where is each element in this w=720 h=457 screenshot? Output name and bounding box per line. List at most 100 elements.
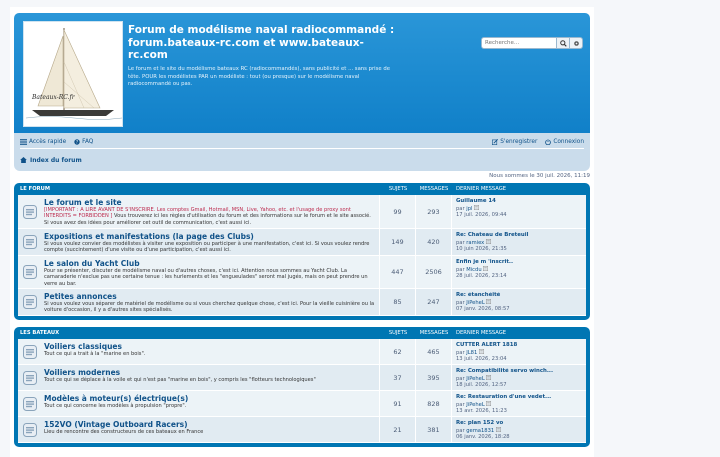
- site-logo[interactable]: Bateaux-RC.fr: [23, 21, 123, 127]
- last-post-author[interactable]: JiPeheL: [466, 376, 484, 382]
- forum-row: 152VO (Vintage Outboard Racers) Lieu de …: [18, 417, 586, 443]
- category-header: LES BATEAUX SUJETS MESSAGES DERNIER MESS…: [18, 327, 586, 339]
- topics-count: 85: [380, 289, 416, 315]
- topics-count: 99: [380, 195, 416, 228]
- gear-icon: [573, 40, 579, 46]
- nav-bar: Accès rapide ? FAQ S'enregistrer Connexi…: [14, 133, 590, 171]
- last-post: Re: étanchéité par JiPeheL 07 janv. 2026…: [452, 289, 586, 315]
- view-post-icon[interactable]: [483, 265, 489, 271]
- forum-row: Modèles à moteur(s) électrique(s) Tout c…: [18, 391, 586, 417]
- question-icon: ?: [74, 139, 80, 145]
- last-post-title[interactable]: Re: Compatibilité servo winch...: [456, 368, 582, 375]
- forum-title[interactable]: Voiliers classiques: [44, 342, 375, 351]
- last-post-title[interactable]: Re: Chateau de Breteuil: [456, 232, 582, 239]
- page: Bateaux-RC.fr Forum de modélisme naval r…: [10, 7, 594, 457]
- posts-count: 381: [416, 417, 452, 442]
- forum-title[interactable]: Le forum et le site: [44, 198, 375, 207]
- edit-icon: [492, 139, 499, 145]
- site-description: Le forum et le site du modélisme bateaux…: [128, 66, 390, 87]
- view-post-icon[interactable]: [474, 204, 480, 210]
- last-post-title[interactable]: Re: plan 152 vo: [456, 420, 582, 427]
- last-post-date: 13 avr. 2026, 11:23: [456, 408, 507, 415]
- forum-title[interactable]: Voiliers modernes: [44, 368, 375, 377]
- forum-description: Si vous voulez vous séparer de matériel …: [44, 301, 375, 314]
- view-post-icon[interactable]: [486, 400, 492, 406]
- search-input[interactable]: [481, 37, 557, 49]
- last-post: CUTTER ALERT 1818 par JL81 13 juil. 2026…: [452, 339, 586, 364]
- last-post-author[interactable]: JiPeheL: [466, 300, 484, 306]
- last-post-title[interactable]: CUTTER ALERT 1818: [456, 342, 582, 349]
- breadcrumb-index[interactable]: Index du forum: [30, 157, 82, 164]
- advanced-search-button[interactable]: [570, 37, 583, 49]
- topics-count: 21: [380, 417, 416, 442]
- search-icon: [559, 39, 567, 47]
- last-post-title[interactable]: Re: étanchéité: [456, 292, 582, 299]
- login-link[interactable]: Connexion: [545, 139, 584, 145]
- nav-links: Accès rapide ? FAQ S'enregistrer Connexi…: [20, 136, 584, 149]
- register-link[interactable]: S'enregistrer: [492, 139, 537, 145]
- forum-title[interactable]: Le salon du Yacht Club: [44, 259, 375, 268]
- topics-count: 447: [380, 256, 416, 288]
- last-post-by: par: [456, 375, 465, 382]
- forum-description: Si vous voulez convier des modélistes à …: [44, 241, 370, 254]
- svg-text:?: ?: [76, 140, 78, 145]
- site-title[interactable]: Forum de modélisme naval radiocommandé :…: [128, 24, 398, 62]
- view-post-icon[interactable]: [486, 374, 492, 380]
- last-post-author[interactable]: jpl: [466, 206, 472, 212]
- category-title[interactable]: LES BATEAUX: [18, 330, 380, 336]
- last-post: Re: plan 152 vo par gema1831 06 janv. 20…: [452, 417, 586, 442]
- forum-list: Voiliers classiques Tout ce qui a trait …: [18, 339, 586, 443]
- posts-count: 2506: [416, 256, 452, 288]
- view-post-icon[interactable]: [478, 348, 484, 354]
- forum-row: Petites annonces Si vous voulez vous sép…: [18, 289, 586, 316]
- current-datetime: Nous sommes le 30 juil. 2026, 11:19: [489, 173, 590, 179]
- last-post-date: 17 juil. 2026, 09:44: [456, 212, 507, 219]
- posts-count: 465: [416, 339, 452, 364]
- forum-read-icon: [23, 265, 37, 279]
- forum-row: Voiliers modernes Tout ce qui se déplace…: [18, 365, 586, 391]
- forum-info: Le salon du Yacht Club Pour se présenter…: [18, 256, 380, 288]
- forum-read-icon: [23, 204, 37, 219]
- forum-title[interactable]: 152VO (Vintage Outboard Racers): [44, 420, 375, 429]
- forum-read-icon: [23, 370, 37, 385]
- last-post-author[interactable]: Micdu: [466, 267, 481, 273]
- col-last-post: DERNIER MESSAGE: [456, 186, 507, 192]
- quick-access-link[interactable]: Accès rapide: [20, 139, 66, 145]
- last-post: Re: Restauration d'une vedet... par JiPe…: [452, 391, 586, 416]
- last-post: Guillaume 14 par jpl 17 juil. 2026, 09:4…: [452, 195, 586, 228]
- quick-access-label: Accès rapide: [29, 139, 67, 145]
- forum-row: Expositions et manifestations (la page d…: [18, 229, 586, 256]
- forum-list: Le forum et le site [IMPORTANT : A LIRE …: [18, 195, 586, 316]
- last-post-author[interactable]: gema1831: [466, 428, 494, 434]
- col-topics: SUJETS: [388, 186, 408, 192]
- last-post-author[interactable]: ramiex: [466, 240, 484, 246]
- category-block: LE FORUM SUJETS MESSAGES DERNIER MESSAGE…: [14, 183, 590, 320]
- view-post-icon[interactable]: [485, 238, 491, 244]
- forum-info: Le forum et le site [IMPORTANT : A LIRE …: [18, 195, 380, 228]
- last-post-title[interactable]: Enfin je m 'inscrit..: [456, 259, 582, 266]
- view-post-icon[interactable]: [486, 298, 492, 304]
- forum-description: [IMPORTANT : A LIRE AVANT DE S'INSCRIRE.…: [44, 207, 375, 226]
- view-post-icon[interactable]: [495, 426, 501, 432]
- last-post-title[interactable]: Re: Restauration d'une vedet...: [456, 394, 582, 401]
- search-button[interactable]: [557, 37, 570, 49]
- faq-label: FAQ: [82, 139, 94, 145]
- category-title[interactable]: LE FORUM: [18, 186, 380, 192]
- forum-title[interactable]: Petites annonces: [44, 292, 375, 301]
- forum-info: Modèles à moteur(s) électrique(s) Tout c…: [18, 391, 380, 416]
- register-label: S'enregistrer: [500, 139, 538, 145]
- col-last-post: DERNIER MESSAGE: [456, 330, 507, 336]
- forum-title[interactable]: Modèles à moteur(s) électrique(s): [44, 394, 375, 403]
- last-post-author[interactable]: JiPeheL: [466, 402, 484, 408]
- faq-link[interactable]: ? FAQ: [74, 139, 93, 145]
- forum-info: Voiliers modernes Tout ce qui se déplace…: [18, 365, 380, 390]
- last-post-title[interactable]: Guillaume 14: [456, 198, 582, 205]
- last-post-date: 28 juil. 2026, 23:14: [456, 273, 507, 280]
- posts-count: 828: [416, 391, 452, 416]
- forum-title[interactable]: Expositions et manifestations (la page d…: [44, 232, 375, 241]
- last-post-date: 13 juil. 2026, 23:04: [456, 356, 507, 363]
- last-post-by: par: [456, 239, 465, 246]
- login-label: Connexion: [553, 139, 584, 145]
- category-header: LE FORUM SUJETS MESSAGES DERNIER MESSAGE: [18, 183, 586, 195]
- last-post-author[interactable]: JL81: [466, 350, 477, 356]
